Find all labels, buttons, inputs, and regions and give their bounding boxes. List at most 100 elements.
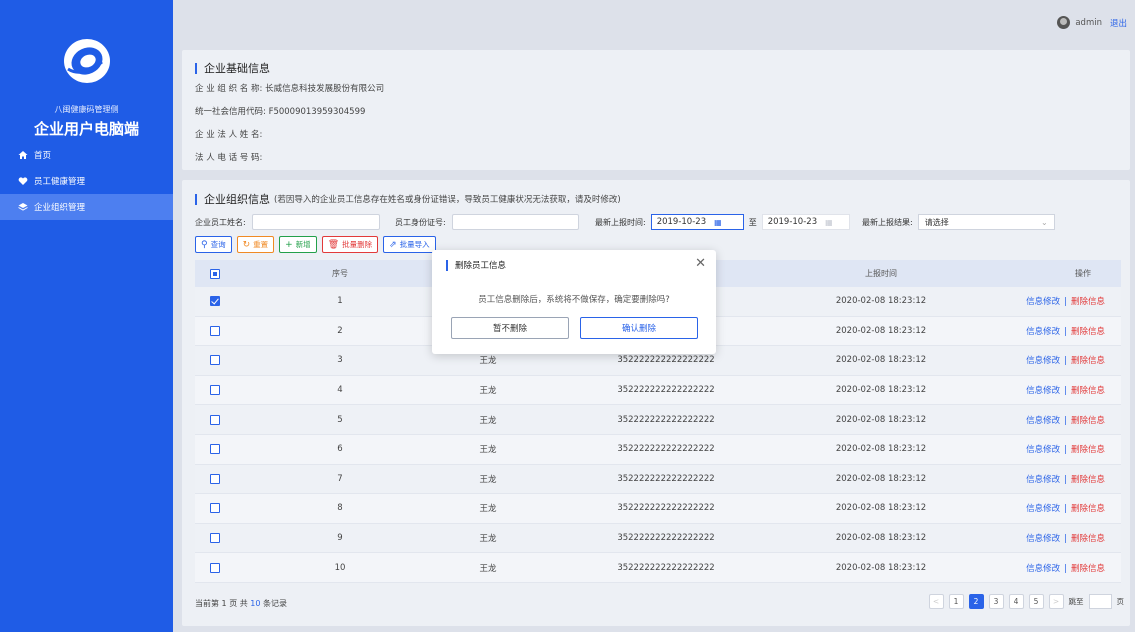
cell-no: 9: [337, 533, 343, 544]
delete-link[interactable]: 删除信息: [1071, 356, 1105, 366]
page-button[interactable]: 4: [1008, 594, 1024, 609]
page-button[interactable]: 1: [948, 594, 964, 609]
next-page-button[interactable]: >: [1048, 594, 1064, 609]
table-row: 6 王龙 352222222222222222 2020-02-08 18:23:12…: [195, 434, 1121, 465]
select-all-checkbox[interactable]: [210, 268, 220, 279]
reset-button[interactable]: ↻ 重置: [236, 236, 275, 253]
date-from-input[interactable]: 2019-10-23 ▦: [650, 214, 744, 230]
delete-link[interactable]: 删除信息: [1071, 445, 1105, 455]
info-credit-code: 统一社会信用代码: F50009013959304599: [195, 107, 366, 117]
batch-delete-label: 批量删除: [342, 240, 373, 249]
row-checkbox[interactable]: [210, 414, 220, 425]
filter-name: 企业员工姓名:: [195, 214, 380, 230]
edit-link[interactable]: 信息修改: [1026, 445, 1060, 455]
goto-page-input[interactable]: [1088, 594, 1112, 609]
goto-label: 跳至: [1068, 597, 1084, 606]
sidebar-item-health[interactable]: 员工健康管理: [0, 168, 173, 194]
add-button[interactable]: + 新增: [279, 236, 317, 253]
sidebar-item-label: 企业组织管理: [34, 203, 86, 213]
row-checkbox[interactable]: [210, 385, 220, 396]
goto-page: 跳至 页: [1068, 594, 1125, 609]
sidebar-item-home[interactable]: 首页: [0, 142, 173, 168]
employee-name-input[interactable]: [251, 214, 380, 230]
top-bar: admin 退出: [173, 0, 1135, 40]
date-to-value: 2019-10-23: [767, 217, 818, 227]
edit-link[interactable]: 信息修改: [1026, 386, 1060, 396]
page-button[interactable]: 3: [988, 594, 1004, 609]
layers-icon: [17, 201, 29, 213]
result-select[interactable]: 请选择 ⌄: [917, 214, 1055, 230]
result-select-value: 请选择: [924, 217, 949, 227]
heart-icon: [17, 175, 29, 187]
reset-label: 重置: [253, 240, 269, 249]
goto-suffix: 页: [1116, 597, 1125, 606]
cell-no: 3: [337, 355, 343, 366]
filter-date-label: 最新上报时间:: [595, 217, 646, 227]
cell-op: 信息修改 | 删除信息: [961, 325, 1121, 337]
delete-link[interactable]: 删除信息: [1071, 504, 1105, 514]
cancel-button[interactable]: 暂不删除: [451, 317, 569, 339]
delete-link[interactable]: 删除信息: [1071, 564, 1105, 574]
row-checkbox[interactable]: [210, 533, 220, 544]
edit-link[interactable]: 信息修改: [1026, 297, 1060, 307]
row-checkbox[interactable]: [210, 503, 220, 514]
query-button[interactable]: ⚲ 查询: [195, 236, 232, 253]
edit-link[interactable]: 信息修改: [1026, 475, 1060, 485]
page-button[interactable]: 2: [968, 594, 984, 609]
row-checkbox[interactable]: [210, 325, 220, 336]
cell-op: 信息修改 | 删除信息: [961, 532, 1121, 544]
id-number-input[interactable]: [451, 214, 579, 230]
cell-name: 王龙: [479, 504, 497, 515]
cell-name: 王龙: [479, 386, 497, 397]
edit-link[interactable]: 信息修改: [1026, 534, 1060, 544]
delete-link[interactable]: 删除信息: [1071, 386, 1105, 396]
sidebar-item-label: 员工健康管理: [34, 177, 86, 187]
page-button[interactable]: 5: [1028, 594, 1044, 609]
row-checkbox[interactable]: [210, 444, 220, 455]
cell-id: 352222222222222222: [617, 473, 715, 484]
edit-link[interactable]: 信息修改: [1026, 416, 1060, 426]
row-checkbox[interactable]: [210, 562, 220, 573]
edit-link[interactable]: 信息修改: [1026, 356, 1060, 366]
row-checkbox[interactable]: [210, 355, 220, 366]
op-separator: |: [1064, 445, 1067, 456]
edit-link[interactable]: 信息修改: [1026, 564, 1060, 574]
sidebar-item-org[interactable]: 企业组织管理: [0, 194, 173, 220]
avatar[interactable]: [1057, 16, 1071, 29]
calendar-icon: ▦: [714, 217, 722, 227]
dialog-title: 删除员工信息: [455, 261, 507, 271]
table-row: 7 王龙 352222222222222222 2020-02-08 18:23:12…: [195, 464, 1121, 495]
username: admin: [1075, 17, 1102, 28]
section-title: 企业组织信息: [204, 193, 270, 206]
op-separator: |: [1064, 356, 1067, 367]
edit-link[interactable]: 信息修改: [1026, 327, 1060, 337]
sidebar-item-label: 首页: [34, 151, 52, 161]
summary-total: 10: [250, 599, 261, 608]
cell-id: 352222222222222222: [617, 385, 715, 396]
confirm-delete-button[interactable]: 确认删除: [580, 317, 698, 339]
app-title: 企业用户电脑端: [33, 120, 139, 138]
logout-link[interactable]: 退出: [1110, 17, 1127, 29]
date-to-input[interactable]: 2019-10-23 ▦: [761, 214, 850, 230]
cell-name: 王龙: [479, 445, 497, 456]
toolbar: ⚲ 查询 ↻ 重置 + 新增 🗑 批量删除 ⇗ 批量导入: [195, 236, 436, 253]
prev-page-button[interactable]: <: [928, 594, 944, 609]
delete-link[interactable]: 删除信息: [1071, 475, 1105, 485]
query-label: 查询: [210, 240, 226, 249]
delete-link[interactable]: 删除信息: [1071, 416, 1105, 426]
close-icon[interactable]: ✕: [695, 256, 706, 271]
row-checkbox[interactable]: [210, 296, 220, 307]
delete-link[interactable]: 删除信息: [1071, 534, 1105, 544]
cell-time: 2020-02-08 18:23:12: [835, 385, 927, 396]
edit-link[interactable]: 信息修改: [1026, 504, 1060, 514]
cell-op: 信息修改 | 删除信息: [961, 473, 1121, 485]
batch-delete-button[interactable]: 🗑 批量删除: [321, 236, 379, 253]
delete-link[interactable]: 删除信息: [1071, 297, 1105, 307]
delete-link[interactable]: 删除信息: [1071, 327, 1105, 337]
row-checkbox[interactable]: [210, 473, 220, 484]
batch-import-button[interactable]: ⇗ 批量导入: [383, 236, 436, 253]
record-summary: 当前第 1 页 共 10 条记录: [195, 598, 287, 609]
sidebar-nav: 首页 员工健康管理 企业组织管理: [0, 142, 173, 220]
cell-time: 2020-02-08 18:23:12: [835, 533, 927, 544]
add-label: 新增: [295, 240, 311, 249]
